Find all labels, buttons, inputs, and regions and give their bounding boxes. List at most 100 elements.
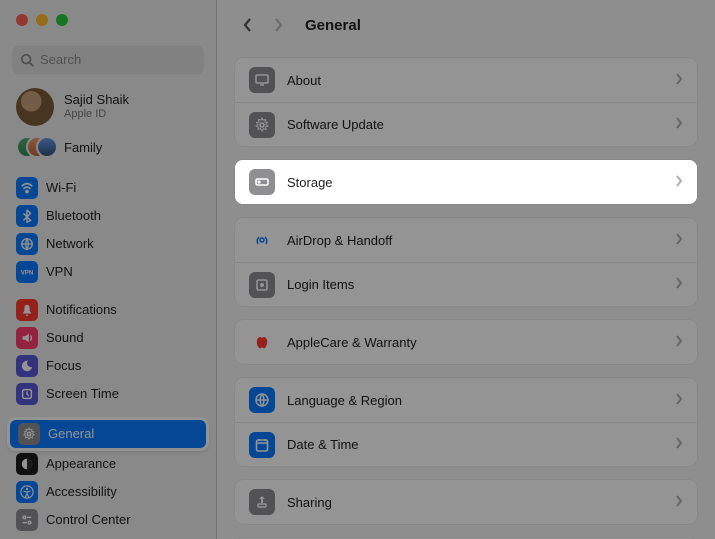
screentime-icon	[16, 383, 38, 405]
chevron-right-icon	[675, 393, 683, 408]
sidebar-item-label: Network	[46, 236, 94, 251]
accessibility-icon	[16, 481, 38, 503]
avatar	[16, 88, 54, 126]
search-placeholder: Search	[40, 52, 81, 67]
storage-icon	[249, 169, 275, 195]
chevron-right-icon	[675, 175, 683, 190]
sidebar-item-label: Screen Time	[46, 386, 119, 401]
header: General	[217, 0, 715, 50]
account-subtitle: Apple ID	[64, 108, 129, 120]
chevron-left-icon	[243, 18, 253, 32]
login-icon	[249, 272, 275, 298]
language-icon	[249, 387, 275, 413]
wifi-icon	[16, 177, 38, 199]
settings-group: Sharing	[235, 480, 697, 524]
sidebar-item-network[interactable]: Network	[8, 230, 208, 258]
row-label: AirDrop & Handoff	[287, 233, 663, 248]
sidebar-item-label: Focus	[46, 358, 81, 373]
row-applecare-warranty[interactable]: AppleCare & Warranty	[235, 320, 697, 364]
sidebar-item-label: Wi-Fi	[46, 180, 76, 195]
row-sharing[interactable]: Sharing	[235, 480, 697, 524]
sidebar-item-label: Appearance	[46, 456, 116, 471]
row-airdrop-handoff[interactable]: AirDrop & Handoff	[235, 218, 697, 262]
row-label: About	[287, 73, 663, 88]
gear-icon	[249, 112, 275, 138]
sidebar-item-label: General	[48, 426, 94, 441]
forward-button[interactable]	[267, 14, 289, 36]
settings-group: About Software Update	[235, 58, 697, 146]
sidebar-list: Wi-Fi Bluetooth Network VPN VPN Notifications…	[0, 170, 216, 539]
network-icon	[16, 233, 38, 255]
settings-group: Storage	[235, 160, 697, 204]
family-row[interactable]: Family	[0, 132, 216, 170]
chevron-right-icon	[675, 277, 683, 292]
bell-icon	[16, 299, 38, 321]
apple-id-row[interactable]: Sajid Shaik Apple ID	[0, 84, 216, 132]
row-label: Sharing	[287, 495, 663, 510]
sidebar-item-general[interactable]: General	[10, 420, 206, 448]
controlcenter-icon	[16, 509, 38, 531]
close-window-button[interactable]	[16, 14, 28, 26]
row-label: Login Items	[287, 277, 663, 292]
sidebar-item-appearance[interactable]: Appearance	[8, 450, 208, 478]
chevron-right-icon	[675, 117, 683, 132]
sidebar-item-sound[interactable]: Sound	[8, 324, 208, 352]
sharing-icon	[249, 489, 275, 515]
main-panel: General About Software Update Storage AirDr…	[217, 0, 715, 539]
sidebar-item-label: Control Center	[46, 512, 131, 527]
focus-icon	[16, 355, 38, 377]
account-name: Sajid Shaik	[64, 93, 129, 107]
row-language-region[interactable]: Language & Region	[235, 378, 697, 422]
sidebar-item-control-center[interactable]: Control Center	[8, 506, 208, 534]
row-storage[interactable]: Storage	[235, 160, 697, 204]
row-label: Date & Time	[287, 437, 663, 452]
family-label: Family	[64, 140, 102, 155]
minimize-window-button[interactable]	[36, 14, 48, 26]
sidebar-item-accessibility[interactable]: Accessibility	[8, 478, 208, 506]
family-icon	[16, 136, 54, 160]
content: About Software Update Storage AirDrop & Han…	[217, 50, 715, 539]
sidebar-item-label: Sound	[46, 330, 84, 345]
sidebar-item-label: VPN	[46, 264, 73, 279]
svg-text:VPN: VPN	[21, 269, 34, 276]
airdrop-icon	[249, 227, 275, 253]
settings-group: AirDrop & Handoff Login Items	[235, 218, 697, 306]
row-label: Software Update	[287, 117, 663, 132]
zoom-window-button[interactable]	[56, 14, 68, 26]
sidebar-item-label: Accessibility	[46, 484, 117, 499]
settings-group: AppleCare & Warranty	[235, 320, 697, 364]
appearance-icon	[16, 453, 38, 475]
datetime-icon	[249, 432, 275, 458]
search-input[interactable]: Search	[12, 46, 204, 74]
sidebar-item-screen-time[interactable]: Screen Time	[8, 380, 208, 408]
window-controls	[0, 0, 216, 42]
row-label: AppleCare & Warranty	[287, 335, 663, 350]
sidebar-item-notifications[interactable]: Notifications	[8, 296, 208, 324]
bluetooth-icon	[16, 205, 38, 227]
row-date-time[interactable]: Date & Time	[235, 422, 697, 466]
row-login-items[interactable]: Login Items	[235, 262, 697, 306]
vpn-icon: VPN	[16, 261, 38, 283]
sidebar-item-wi-fi[interactable]: Wi-Fi	[8, 174, 208, 202]
row-software-update[interactable]: Software Update	[235, 102, 697, 146]
settings-group: Language & Region Date & Time	[235, 378, 697, 466]
chevron-right-icon	[675, 73, 683, 88]
search-icon	[20, 53, 34, 67]
row-about[interactable]: About	[235, 58, 697, 102]
about-icon	[249, 67, 275, 93]
gear-icon	[18, 423, 40, 445]
chevron-right-icon	[675, 233, 683, 248]
sidebar-item-vpn[interactable]: VPN VPN	[8, 258, 208, 286]
row-label: Storage	[287, 175, 663, 190]
applecare-icon	[249, 329, 275, 355]
back-button[interactable]	[237, 14, 259, 36]
chevron-right-icon	[675, 495, 683, 510]
sound-icon	[16, 327, 38, 349]
chevron-right-icon	[675, 437, 683, 452]
page-title: General	[305, 17, 361, 34]
settings-window: Search Sajid Shaik Apple ID Family Wi-Fi…	[0, 0, 715, 539]
sidebar-item-bluetooth[interactable]: Bluetooth	[8, 202, 208, 230]
sidebar-item-label: Notifications	[46, 302, 117, 317]
sidebar-item-focus[interactable]: Focus	[8, 352, 208, 380]
sidebar: Search Sajid Shaik Apple ID Family Wi-Fi…	[0, 0, 217, 539]
